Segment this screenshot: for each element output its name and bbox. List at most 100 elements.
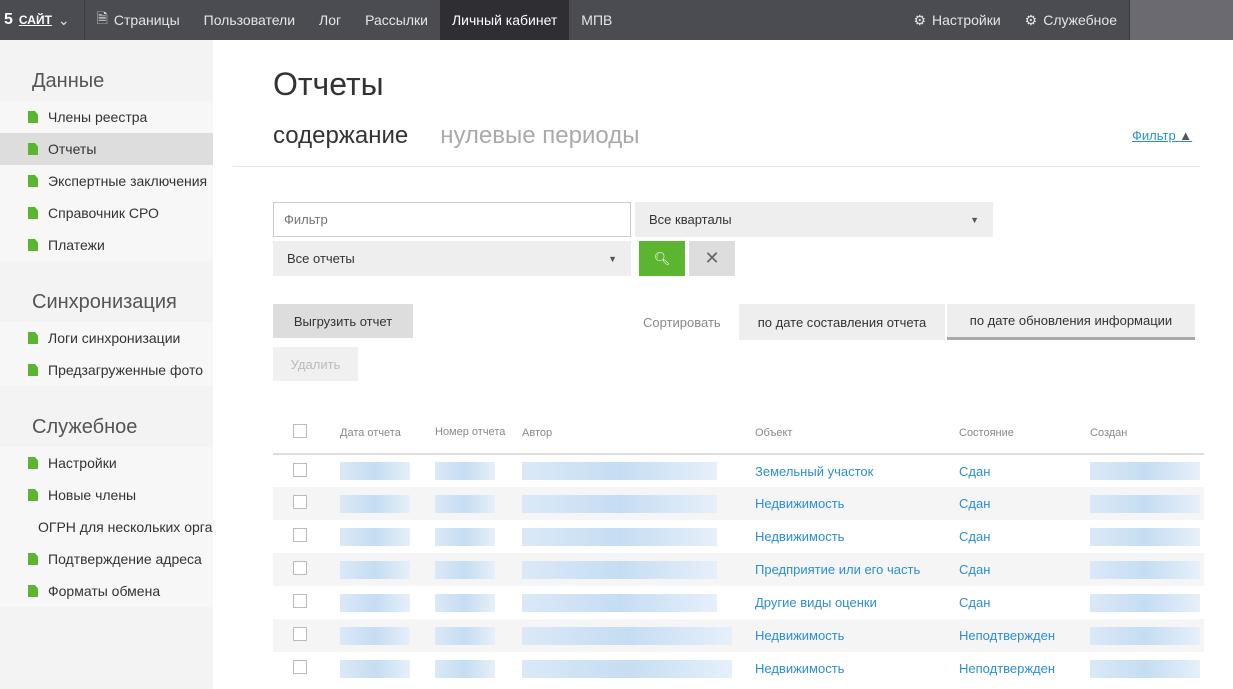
col-object[interactable]: Объект <box>755 412 959 455</box>
object-link[interactable]: Земельный участок <box>755 464 873 479</box>
sidebar-item-label: Экспертные заключения <box>48 173 208 189</box>
redacted-number <box>435 462 495 480</box>
sidebar-item[interactable]: Члены реестра <box>0 101 213 133</box>
document-icon <box>28 364 38 376</box>
tab-content[interactable]: содержание <box>273 122 408 150</box>
sidebar-item-label: Отчеты <box>48 141 97 157</box>
sidebar: Данные Члены реестра Отчеты Экспертные закл… <box>0 40 213 689</box>
sidebar-item[interactable]: Справочник СРО <box>0 197 213 229</box>
service-label: Служебное <box>1043 12 1117 28</box>
export-button[interactable]: Выгрузить отчет <box>273 304 413 338</box>
table-row[interactable]: Недвижимость Неподтвержден <box>273 619 1204 652</box>
table-row[interactable]: Предприятие или его часть Сдан <box>273 553 1204 586</box>
sidebar-item[interactable]: Новые члены <box>0 479 213 511</box>
status-link[interactable]: Неподтвержден <box>959 628 1055 643</box>
site-menu[interactable]: 5 САЙТ ⌄ <box>0 0 85 40</box>
nav-mailings[interactable]: Рассылки <box>353 0 440 40</box>
col-author[interactable]: Автор <box>522 412 755 455</box>
status-link[interactable]: Сдан <box>959 464 990 479</box>
quarters-select[interactable]: Все кварталы ▼ <box>635 202 993 237</box>
row-checkbox[interactable] <box>293 627 307 641</box>
redacted-created <box>1090 593 1200 612</box>
dropdown-arrow-icon: ▼ <box>608 253 617 264</box>
nav-users[interactable]: Пользователи <box>192 0 307 40</box>
sidebar-section-title: Данные <box>32 70 105 92</box>
redacted-date <box>340 626 410 645</box>
delete-button[interactable]: Удалить <box>273 347 358 381</box>
chevron-down-icon[interactable]: ⌄ <box>58 12 70 29</box>
object-link[interactable]: Предприятие или его часть <box>755 562 920 577</box>
row-checkbox[interactable] <box>293 462 307 477</box>
row-checkbox[interactable] <box>293 660 307 674</box>
status-link[interactable]: Сдан <box>959 496 990 511</box>
sidebar-item[interactable]: Предзагруженные фото <box>0 354 213 386</box>
redacted-author <box>522 462 717 480</box>
redacted-created <box>1090 527 1200 546</box>
object-link[interactable]: Другие виды оценки <box>755 595 877 610</box>
sidebar-item[interactable]: ОГРН для нескольких организаций <box>0 511 213 543</box>
nav-mpv[interactable]: МПВ <box>569 0 624 40</box>
nav-cabinet[interactable]: Личный кабинет <box>439 0 570 40</box>
status-link[interactable]: Сдан <box>959 562 990 577</box>
redacted-author <box>522 659 732 678</box>
status-link[interactable]: Неподтвержден <box>959 661 1055 676</box>
document-icon <box>28 553 38 565</box>
table-row[interactable]: Другие виды оценки Сдан <box>273 586 1204 619</box>
redacted-number <box>435 626 495 645</box>
col-status[interactable]: Состояние <box>959 412 1090 455</box>
gear-icon: ⚙ <box>1024 11 1038 28</box>
col-date[interactable]: Дата отчета <box>340 412 435 455</box>
redacted-author <box>522 560 717 579</box>
settings-button[interactable]: ⚙ Настройки <box>901 0 1012 40</box>
nav-log[interactable]: Лог <box>307 0 353 40</box>
nav-pages[interactable]: 🗎 Страницы <box>85 0 192 40</box>
sidebar-item[interactable]: Платежи <box>0 229 213 261</box>
filter-toggle[interactable]: Фильтр ▲ <box>1132 128 1192 143</box>
sidebar-item[interactable]: Отчеты <box>0 133 213 165</box>
row-checkbox[interactable] <box>293 594 307 608</box>
reports-select[interactable]: Все отчеты ▼ <box>273 241 631 276</box>
clear-button[interactable]: ✕ <box>689 241 735 276</box>
select-all-checkbox[interactable] <box>293 424 307 438</box>
table-row[interactable]: Недвижимость Сдан <box>273 520 1204 553</box>
sidebar-item[interactable]: Настройки <box>0 447 213 479</box>
tab-zero-periods[interactable]: нулевые периоды <box>440 122 639 150</box>
redacted-created <box>1090 560 1200 579</box>
service-button[interactable]: ⚙ Служебное <box>1013 0 1129 40</box>
redacted-number <box>435 593 495 612</box>
sidebar-item-label: ОГРН для нескольких организаций <box>38 519 213 535</box>
document-icon <box>28 239 38 251</box>
redacted-date <box>340 560 410 579</box>
site-link[interactable]: САЙТ <box>19 13 52 27</box>
filter-input[interactable] <box>273 202 631 237</box>
table-row[interactable]: Недвижимость Сдан <box>273 487 1204 520</box>
sidebar-item[interactable]: Экспертные заключения <box>0 165 213 197</box>
redacted-created <box>1090 626 1200 645</box>
object-link[interactable]: Недвижимость <box>755 661 844 676</box>
table-row[interactable]: Земельный участок Сдан <box>273 454 1204 487</box>
row-checkbox[interactable] <box>293 561 307 575</box>
sidebar-item[interactable]: Подтверждение адреса <box>0 543 213 575</box>
sidebar-item[interactable]: Логи синхронизации <box>0 322 213 354</box>
redacted-author <box>522 626 732 645</box>
object-link[interactable]: Недвижимость <box>755 529 844 544</box>
sort-by-report-date[interactable]: по дате составления отчета <box>739 304 945 340</box>
object-link[interactable]: Недвижимость <box>755 628 844 643</box>
table-row[interactable]: Недвижимость Неподтвержден <box>273 652 1204 685</box>
object-link[interactable]: Недвижимость <box>755 496 844 511</box>
user-menu[interactable] <box>1129 0 1233 40</box>
col-created[interactable]: Создан <box>1090 412 1204 455</box>
sidebar-item[interactable]: Форматы обмена <box>0 575 213 607</box>
row-checkbox[interactable] <box>293 495 307 509</box>
col-number[interactable]: Номер отчета <box>435 412 522 455</box>
document-icon <box>28 207 38 219</box>
search-button[interactable]: 🔍︎ <box>639 241 685 276</box>
status-link[interactable]: Сдан <box>959 529 990 544</box>
row-checkbox[interactable] <box>293 528 307 542</box>
status-link[interactable]: Сдан <box>959 595 990 610</box>
filter-link[interactable]: Фильтр <box>1132 128 1176 143</box>
redacted-created <box>1090 494 1200 513</box>
sort-label: Сортировать <box>643 315 721 330</box>
sort-by-update-date[interactable]: по дате обновления информации <box>947 304 1195 340</box>
sidebar-item-label: Предзагруженные фото <box>48 362 203 378</box>
